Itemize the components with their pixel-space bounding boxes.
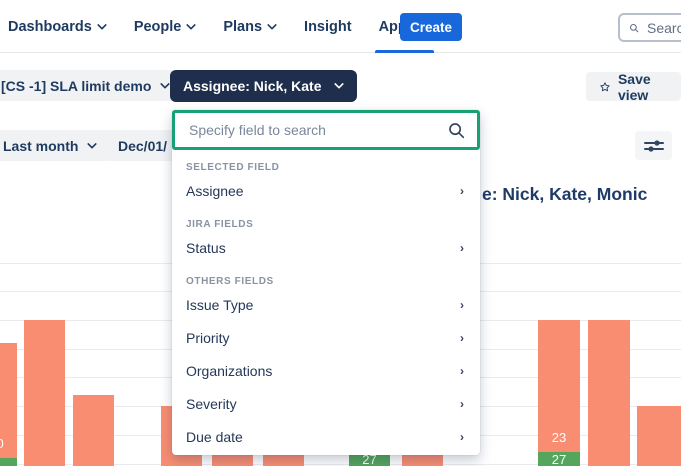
nav-item-label: Insight [304, 19, 352, 35]
chevron-right-icon: › [460, 397, 464, 411]
field-option-status[interactable]: Status › [172, 231, 480, 264]
bar-0[interactable]: 20 [0, 343, 17, 466]
chart-title: e: Nick, Kate, Monic [482, 184, 647, 205]
field-search-dropdown: SELECTED FIELDAssignee›JIRA FIELDSStatus… [172, 110, 480, 455]
field-option-label: Due date [186, 429, 243, 445]
bar-value-label: 23 [538, 430, 580, 445]
nav-items: DashboardsPeoplePlansInsightApps [8, 0, 430, 53]
star-icon [599, 79, 611, 95]
chevron-right-icon: › [460, 430, 464, 444]
nav-item-plans[interactable]: Plans [223, 0, 277, 53]
bar-8[interactable]: 23 27 [538, 320, 580, 466]
chart-settings-button[interactable] [635, 131, 672, 160]
dropdown-section-header: JIRA FIELDS [172, 217, 480, 231]
bar-green-segment [0, 458, 17, 466]
date-range-label: Dec/01/ [118, 138, 167, 154]
chevron-down-icon [160, 81, 170, 91]
chevron-down-icon [334, 81, 344, 91]
dropdown-section-header: SELECTED FIELD [172, 160, 480, 174]
chevron-down-icon [267, 22, 277, 32]
time-range-label: Last month [3, 138, 78, 154]
global-search[interactable]: Search [618, 13, 681, 42]
field-option-organizations[interactable]: Organizations › [172, 354, 480, 387]
nav-item-people[interactable]: People [134, 0, 197, 53]
bar-green-value-label: 27 [538, 452, 580, 466]
save-view-label: Save view [618, 71, 668, 103]
chevron-down-icon [97, 22, 107, 32]
field-option-label: Status [186, 240, 226, 256]
save-view-button[interactable]: Save view [586, 72, 681, 101]
chevron-right-icon: › [460, 364, 464, 378]
search-icon [629, 23, 639, 33]
create-button[interactable]: Create [400, 13, 462, 41]
bar-10[interactable] [637, 406, 681, 466]
nav-item-dashboards[interactable]: Dashboards [8, 0, 107, 53]
global-search-label: Search [647, 20, 681, 36]
field-option-label: Severity [186, 396, 237, 412]
time-range-selector[interactable]: Last month [0, 130, 110, 161]
sliders-icon [643, 138, 665, 154]
dropdown-section-header: OTHERS FIELDS [172, 274, 480, 288]
field-option-assignee[interactable]: Assignee › [172, 174, 480, 207]
field-option-due-date[interactable]: Due date › [172, 420, 480, 453]
field-option-label: Priority [186, 330, 230, 346]
nav-item-label: Dashboards [8, 19, 92, 35]
bar-1[interactable] [24, 320, 65, 466]
search-icon [448, 122, 465, 139]
chevron-right-icon: › [460, 241, 464, 255]
nav-item-label: Plans [223, 19, 262, 35]
field-option-label: Organizations [186, 363, 272, 379]
assignee-filter-pill[interactable]: Assignee: Nick, Kate [170, 70, 357, 102]
bar-9[interactable] [588, 320, 630, 466]
chevron-down-icon [186, 22, 196, 32]
chevron-right-icon: › [460, 184, 464, 198]
board-selector[interactable]: [CS -1] SLA limit demo [0, 70, 183, 101]
field-option-label: Issue Type [186, 297, 253, 313]
field-option-priority[interactable]: Priority › [172, 321, 480, 354]
chevron-right-icon: › [460, 331, 464, 345]
chevron-down-icon [87, 141, 97, 151]
chevron-right-icon: › [460, 298, 464, 312]
bar-value-label: 20 [0, 436, 17, 451]
board-selector-label: [CS -1] SLA limit demo [1, 78, 151, 94]
field-search-highlight-box [172, 110, 480, 150]
field-option-severity[interactable]: Severity › [172, 387, 480, 420]
nav-item-label: People [134, 19, 182, 35]
nav-item-insight[interactable]: Insight [304, 0, 352, 53]
field-search-input[interactable] [189, 122, 448, 138]
field-dropdown-body: SELECTED FIELDAssignee›JIRA FIELDSStatus… [172, 150, 480, 453]
field-option-issue-type[interactable]: Issue Type › [172, 288, 480, 321]
assignee-filter-label: Assignee: Nick, Kate [183, 78, 322, 94]
field-option-label: Assignee [186, 183, 244, 199]
bar-2[interactable] [73, 395, 114, 466]
top-nav: DashboardsPeoplePlansInsightApps Create … [0, 0, 681, 53]
